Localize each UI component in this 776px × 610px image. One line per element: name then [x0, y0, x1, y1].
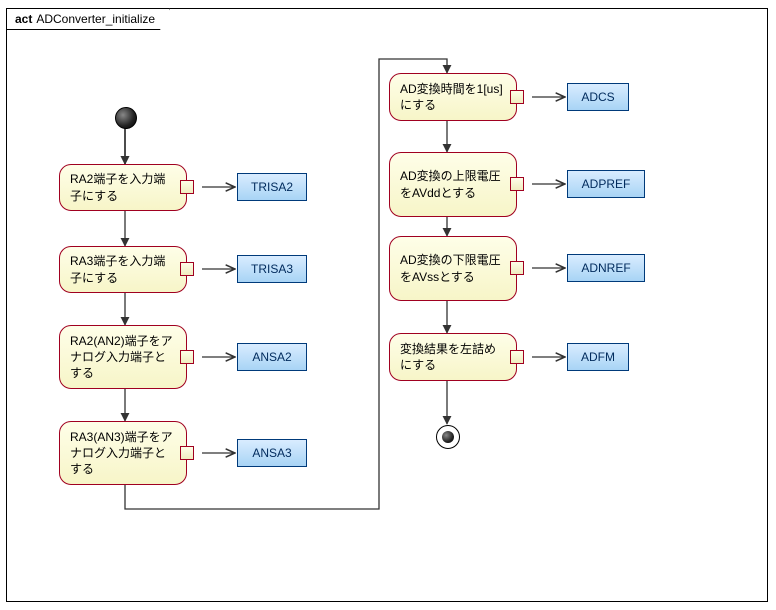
activity-label: RA2端子を入力端子にする: [70, 171, 176, 203]
datastore-adcs: ADCS: [567, 83, 629, 111]
activity-ra3-analog: RA3(AN3)端子をアナログ入力端子とする: [59, 421, 187, 485]
output-pin: [510, 261, 524, 275]
activity-label: AD変換の上限電圧をAVddとする: [400, 168, 506, 200]
datastore-ansa2: ANSA2: [237, 343, 307, 371]
activity-left-justify: 変換結果を左詰めにする: [389, 333, 517, 381]
datastore-ansa3: ANSA3: [237, 439, 307, 467]
datastore-label: ADPREF: [582, 177, 631, 191]
activity-ra3-input: RA3端子を入力端子にする: [59, 246, 187, 293]
datastore-label: ADCS: [581, 90, 614, 104]
activity-adtime: AD変換時間を1[us]にする: [389, 73, 517, 121]
initial-node: [115, 107, 137, 129]
output-pin: [510, 90, 524, 104]
activity-label: AD変換時間を1[us]にする: [400, 81, 506, 113]
activity-label: 変換結果を左詰めにする: [400, 341, 506, 373]
datastore-adnref: ADNREF: [567, 254, 645, 282]
output-pin: [180, 350, 194, 364]
datastore-adfm: ADFM: [567, 343, 629, 371]
activity-label: RA2(AN2)端子をアナログ入力端子とする: [70, 333, 176, 382]
datastore-label: ANSA3: [252, 446, 291, 460]
datastore-label: TRISA2: [251, 180, 293, 194]
final-node: [436, 425, 460, 449]
datastore-label: ADFM: [581, 350, 615, 364]
activity-ad-lower: AD変換の下限電圧をAVssとする: [389, 236, 517, 301]
connectors: [7, 9, 769, 603]
activity-ad-upper: AD変換の上限電圧をAVddとする: [389, 152, 517, 217]
datastore-adpref: ADPREF: [567, 170, 645, 198]
datastore-trisa2: TRISA2: [237, 173, 307, 201]
datastore-label: ADNREF: [581, 261, 630, 275]
activity-label: AD変換の下限電圧をAVssとする: [400, 252, 506, 284]
activity-label: RA3端子を入力端子にする: [70, 253, 176, 285]
output-pin: [180, 446, 194, 460]
frame-name: ADConverter_initialize: [36, 12, 155, 26]
frame-title-tab: act ADConverter_initialize: [6, 8, 170, 30]
activity-frame: act ADConverter_initialize: [6, 8, 768, 602]
frame-keyword: act: [15, 12, 32, 26]
activity-label: RA3(AN3)端子をアナログ入力端子とする: [70, 429, 176, 478]
activity-ra2-analog: RA2(AN2)端子をアナログ入力端子とする: [59, 325, 187, 389]
activity-ra2-input: RA2端子を入力端子にする: [59, 164, 187, 211]
output-pin: [180, 180, 194, 194]
output-pin: [510, 177, 524, 191]
datastore-label: ANSA2: [252, 350, 291, 364]
output-pin: [510, 350, 524, 364]
datastore-trisa3: TRISA3: [237, 255, 307, 283]
datastore-label: TRISA3: [251, 262, 293, 276]
output-pin: [180, 262, 194, 276]
